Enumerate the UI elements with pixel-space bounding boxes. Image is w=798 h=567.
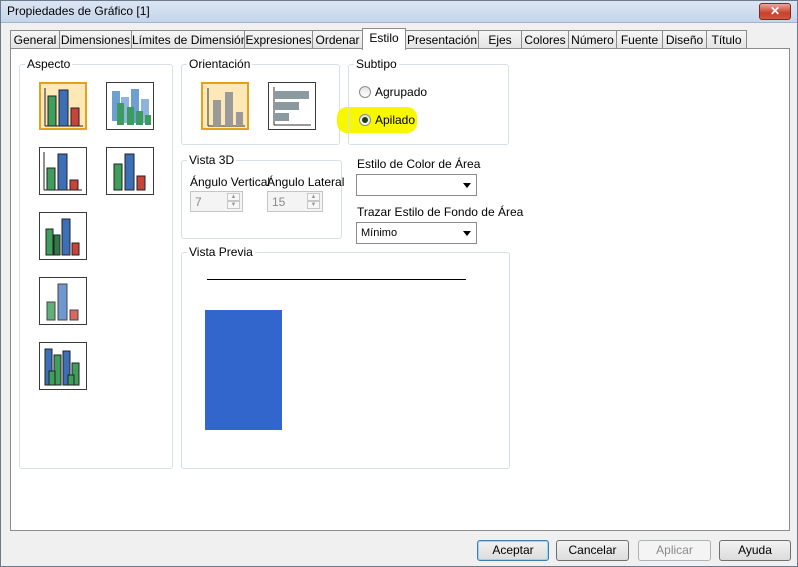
area-background-style-label: Trazar Estilo de Fondo de Área bbox=[357, 205, 524, 219]
vertical-bars-icon bbox=[207, 88, 245, 127]
look-3d-stacked-button[interactable] bbox=[39, 342, 87, 390]
preview-bar bbox=[205, 310, 282, 430]
look-glass-bars-button[interactable] bbox=[39, 277, 87, 325]
shaded-bars-icon bbox=[43, 152, 82, 191]
title-bar: Propiedades de Gráfico [1] ✕ bbox=[1, 1, 797, 23]
rounded-bars-icon bbox=[113, 153, 146, 191]
tab-limites-dimension[interactable]: Límites de Dimensión bbox=[131, 30, 247, 49]
vertical-angle-label: Ángulo Vertical bbox=[190, 175, 271, 189]
3d-bars-icon bbox=[45, 218, 80, 256]
accept-button[interactable]: Aceptar bbox=[477, 540, 549, 561]
lateral-angle-arrows[interactable]: ▲ ▼ bbox=[307, 193, 320, 210]
lateral-angle-value: 15 bbox=[272, 195, 286, 209]
tab-titulo[interactable]: Título bbox=[706, 30, 747, 49]
spin-up-icon[interactable]: ▲ bbox=[227, 193, 240, 201]
radio-apilado-circle[interactable] bbox=[359, 114, 371, 126]
tab-general[interactable]: General bbox=[10, 30, 60, 49]
orientacion-legend: Orientación bbox=[189, 57, 251, 71]
aspecto-legend: Aspecto bbox=[27, 57, 71, 71]
close-button[interactable]: ✕ bbox=[759, 3, 791, 20]
tab-numero[interactable]: Número bbox=[568, 30, 617, 49]
tab-ejes[interactable]: Ejes bbox=[478, 30, 522, 49]
orientation-horizontal-button[interactable] bbox=[268, 82, 316, 130]
spin-down-icon[interactable]: ▼ bbox=[307, 201, 320, 209]
area-background-style-value: Mínimo bbox=[361, 227, 398, 239]
chart-properties-dialog: Propiedades de Gráfico [1] ✕ General Dim… bbox=[0, 0, 798, 567]
3d-stacked-icon bbox=[44, 348, 80, 386]
tab-dimensiones[interactable]: Dimensiones bbox=[59, 30, 132, 49]
vertical-angle-spinner[interactable]: 7 ▲ ▼ bbox=[190, 191, 243, 212]
tab-diseno[interactable]: Diseño bbox=[662, 30, 707, 49]
tab-ordenar[interactable]: Ordenar bbox=[312, 30, 363, 49]
spin-up-icon[interactable]: ▲ bbox=[307, 193, 320, 201]
radio-apilado-label: Apilado bbox=[375, 113, 416, 127]
vertical-angle-value: 7 bbox=[195, 195, 202, 209]
look-flat-bars-button[interactable] bbox=[39, 82, 87, 130]
window-title: Propiedades de Gráfico [1] bbox=[7, 4, 150, 18]
apply-button[interactable]: Aplicar bbox=[638, 540, 711, 561]
tab-colores[interactable]: Colores bbox=[521, 30, 569, 49]
tab-presentacion[interactable]: Presentación bbox=[405, 30, 479, 49]
flat-bars-icon bbox=[44, 88, 83, 127]
chevron-down-icon bbox=[463, 231, 471, 236]
help-button[interactable]: Ayuda bbox=[719, 540, 791, 561]
preview-legend: Vista Previa bbox=[189, 245, 253, 259]
subtipo-legend: Subtipo bbox=[356, 57, 397, 71]
orientation-vertical-button[interactable] bbox=[201, 82, 249, 130]
cylinders-icon bbox=[112, 89, 151, 125]
close-icon: ✕ bbox=[769, 4, 781, 18]
area-color-style-select[interactable] bbox=[356, 174, 477, 196]
look-3d-bars-button[interactable] bbox=[39, 212, 87, 260]
tab-estilo[interactable]: Estilo bbox=[362, 28, 406, 50]
chevron-down-icon bbox=[463, 183, 471, 188]
look-rounded-bars-button[interactable] bbox=[106, 147, 154, 195]
cancel-button[interactable]: Cancelar bbox=[556, 540, 629, 561]
tab-expresiones[interactable]: Expresiones bbox=[244, 30, 313, 49]
radio-agrupado-circle[interactable] bbox=[359, 86, 371, 98]
look-shaded-bars-button[interactable] bbox=[39, 147, 87, 195]
horizontal-bars-icon bbox=[273, 87, 311, 126]
vertical-angle-arrows[interactable]: ▲ ▼ bbox=[227, 193, 240, 210]
tab-fuente[interactable]: Fuente bbox=[616, 30, 663, 49]
lateral-angle-label: Ángulo Lateral bbox=[267, 175, 345, 189]
preview-axis-line bbox=[207, 279, 466, 280]
area-background-style-select[interactable]: Mínimo bbox=[356, 222, 477, 244]
lateral-angle-spinner[interactable]: 15 ▲ ▼ bbox=[267, 191, 323, 212]
radio-agrupado-label: Agrupado bbox=[375, 85, 428, 99]
area-color-style-label: Estilo de Color de Área bbox=[357, 157, 481, 171]
glass-bars-icon bbox=[46, 283, 79, 321]
look-3d-cylinders-button[interactable] bbox=[106, 82, 154, 130]
spin-down-icon[interactable]: ▼ bbox=[227, 201, 240, 209]
vista3d-legend: Vista 3D bbox=[189, 153, 235, 167]
subtipo-group: Subtipo bbox=[348, 57, 509, 145]
